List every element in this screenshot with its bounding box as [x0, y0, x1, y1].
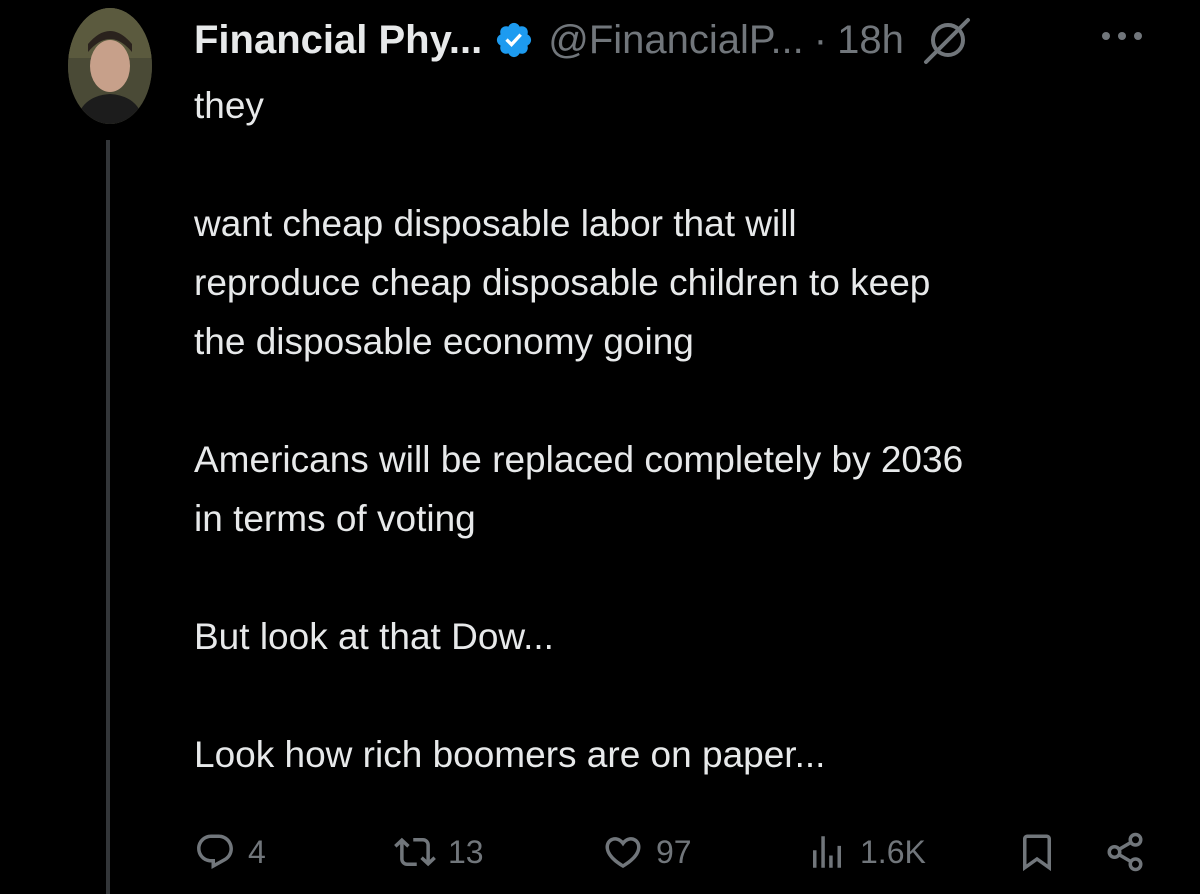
tweet: Financial Phy... @FinancialP... · 18h th…: [0, 0, 1200, 894]
repost-count: 13: [448, 833, 484, 870]
action-bar: 4 13 97 1.6K: [194, 826, 1154, 878]
views-bar-icon: [806, 831, 848, 873]
avatar[interactable]: [68, 8, 152, 124]
bookmark-icon: [1016, 831, 1058, 873]
post-text: they want cheap disposable labor that wi…: [194, 85, 964, 775]
thread-line: [106, 140, 110, 894]
heart-icon: [602, 831, 644, 873]
bookmark-button[interactable]: [1016, 826, 1058, 878]
more-dots-icon[interactable]: [1098, 24, 1146, 48]
like-count: 97: [656, 833, 692, 870]
reply-icon: [194, 831, 236, 873]
share-button[interactable]: [1104, 826, 1146, 878]
share-icon: [1104, 831, 1146, 873]
timestamp[interactable]: 18h: [837, 18, 904, 63]
reply-button[interactable]: 4: [194, 826, 266, 878]
display-name[interactable]: Financial Phy...: [194, 18, 482, 63]
reply-count: 4: [248, 833, 266, 870]
views-button[interactable]: 1.6K: [806, 826, 926, 878]
post-header: Financial Phy... @FinancialP... · 18h: [194, 12, 974, 68]
views-count: 1.6K: [860, 833, 926, 870]
repost-button[interactable]: 13: [394, 826, 484, 878]
separator-dot: ·: [813, 17, 828, 62]
repost-icon: [394, 831, 436, 873]
like-button[interactable]: 97: [602, 826, 692, 878]
grok-icon[interactable]: [918, 12, 974, 68]
handle[interactable]: @FinancialP...: [548, 18, 804, 63]
verified-badge-icon: [494, 20, 534, 60]
